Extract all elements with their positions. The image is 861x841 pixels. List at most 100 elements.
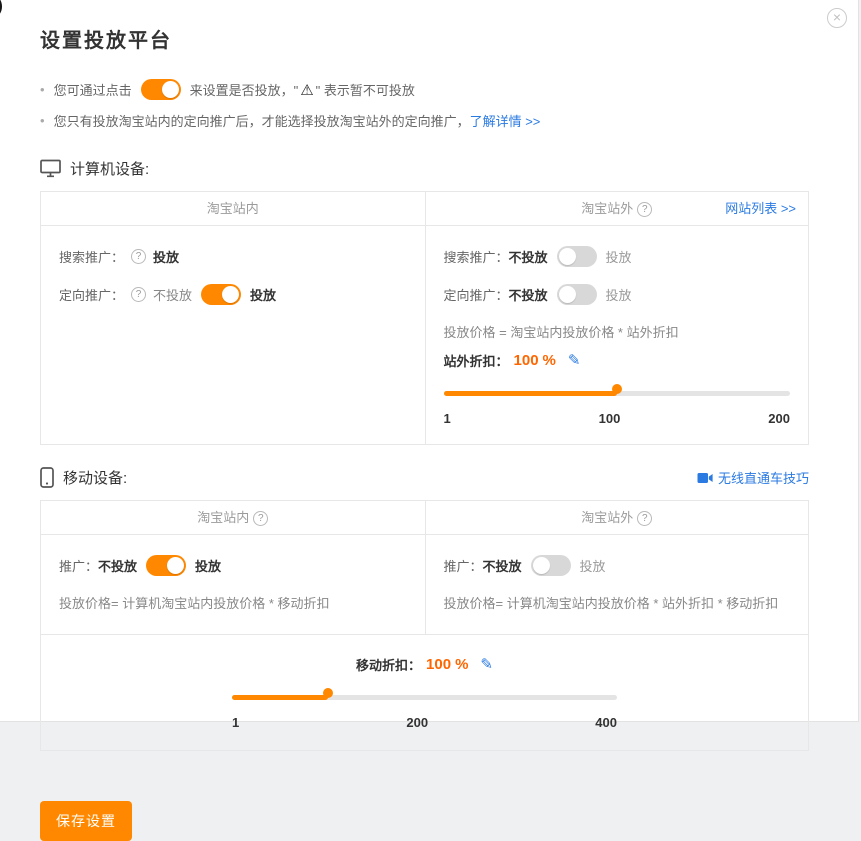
mobile-section-title: 移动设备: [63, 467, 127, 488]
note-line-2: 您只有投放淘宝站内的定向推广后，才能选择投放淘宝站外的定向推广， 了解详情 >> [40, 111, 809, 130]
help-icon[interactable]: ? [131, 249, 146, 264]
mobile-inside-price-formula: 投放价格= 计算机淘宝站内投放价格 * 移动折扣 [59, 593, 407, 612]
instruction-notes: 您可通过点击 来设置是否投放，" ⚠ " 表示暂不可投放 您只有投放淘宝站内的定… [40, 79, 809, 130]
outside-discount-row: 站外折扣： 100 % ✎ [444, 345, 791, 375]
help-icon[interactable]: ? [253, 511, 268, 526]
mobile-inside-header: 淘宝站内? [41, 501, 425, 535]
search-promo-label: 搜索推广： [444, 247, 509, 266]
example-toggle [141, 79, 181, 100]
promo-label: 推广： [59, 556, 98, 575]
mobile-phone-icon [40, 467, 54, 488]
outside-discount-label: 站外折扣： [444, 351, 509, 370]
slider-fill [444, 391, 617, 396]
help-icon[interactable]: ? [637, 511, 652, 526]
scale-max: 400 [595, 715, 617, 730]
wireless-tips-label: 无线直通车技巧 [718, 468, 809, 487]
note2-text: 您只有投放淘宝站内的定向推广后，才能选择投放淘宝站外的定向推广， [54, 111, 470, 130]
computer-inside-cell: 搜索推广： ? 投放 定向推广： ? 不投放 投放 [41, 226, 425, 444]
target-promo-label: 定向推广： [444, 285, 509, 304]
save-settings-button[interactable]: 保存设置 [40, 801, 132, 841]
computer-outside-header-label: 淘宝站外 [581, 201, 633, 216]
scale-min: 1 [232, 715, 239, 730]
mobile-outside-price-formula: 投放价格= 计算机淘宝站内投放价格 * 站外折扣 * 移动折扣 [444, 593, 791, 612]
slider-handle[interactable] [323, 688, 333, 698]
computer-outside-target-row: 定向推广： 不投放 投放 [444, 279, 791, 309]
toggle-knob [533, 557, 550, 574]
search-promo-label: 搜索推广： [59, 247, 124, 266]
toggle-knob [559, 286, 576, 303]
mobile-inside-cell: 推广： 不投放 投放 投放价格= 计算机淘宝站内投放价格 * 移动折扣 [41, 535, 425, 634]
edit-pencil-icon[interactable]: ✎ [480, 655, 493, 673]
mobile-section-header: 移动设备: 无线直通车技巧 [40, 467, 809, 488]
computer-outside-search-toggle[interactable] [557, 246, 597, 267]
computer-platform-table: 淘宝站内 淘宝站外? 网站列表 >> 搜索推广： ? 投放 定向推广： ? 不投… [40, 191, 809, 445]
scale-mid: 100 [599, 411, 621, 426]
computer-outside-search-row: 搜索推广： 不投放 投放 [444, 241, 791, 271]
website-list-link[interactable]: 网站列表 >> [725, 192, 796, 225]
platform-settings-modal: × 设置投放平台 您可通过点击 来设置是否投放，" ⚠ " 表示暂不可投放 您只… [0, 0, 859, 722]
help-icon[interactable]: ? [637, 202, 652, 217]
mobile-discount-label: 移动折扣： [356, 655, 421, 674]
target-promo-label: 定向推广： [59, 285, 124, 304]
mobile-inside-promo-row: 推广： 不投放 投放 [59, 550, 407, 580]
outside-slider-scale: 1 100 200 [444, 411, 791, 426]
promo-off-label: 不投放 [98, 556, 137, 575]
mobile-outside-cell: 推广： 不投放 投放 投放价格= 计算机淘宝站内投放价格 * 站外折扣 * 移动… [425, 535, 809, 634]
scale-mid: 200 [406, 715, 428, 730]
computer-inside-target-toggle[interactable] [201, 284, 241, 305]
mobile-inside-header-label: 淘宝站内 [197, 510, 249, 525]
mobile-slider-wrap: 1 200 400 [232, 688, 617, 730]
note1-pre-text: 您可通过点击 [54, 80, 132, 99]
promo-on-label: 投放 [195, 556, 221, 575]
slider-handle[interactable] [612, 384, 622, 394]
computer-section-header: 计算机设备: [40, 158, 809, 179]
target-off-label: 不投放 [509, 285, 548, 304]
mobile-inside-promo-toggle[interactable] [146, 555, 186, 576]
help-icon[interactable]: ? [131, 287, 146, 302]
wireless-tips-link[interactable]: 无线直通车技巧 [697, 468, 809, 487]
computer-outside-target-toggle[interactable] [557, 284, 597, 305]
scale-max: 200 [768, 411, 790, 426]
outside-discount-slider[interactable] [444, 384, 791, 402]
learn-more-link[interactable]: 了解详情 >> [470, 111, 541, 130]
computer-inside-header: 淘宝站内 [41, 192, 425, 226]
edit-pencil-icon[interactable]: ✎ [568, 351, 581, 369]
search-off-label: 不投放 [509, 247, 548, 266]
mobile-outside-promo-row: 推广： 不投放 投放 [444, 550, 791, 580]
note1-mid-text: 来设置是否投放，" [190, 80, 299, 99]
search-on-label: 投放 [606, 247, 632, 266]
toggle-knob [167, 557, 184, 574]
computer-icon [40, 159, 61, 178]
promo-off-label: 不投放 [483, 556, 522, 575]
mobile-discount-row: 移动折扣： 100 % ✎ [41, 649, 808, 679]
computer-inside-header-label: 淘宝站内 [207, 201, 259, 216]
page-title: 设置投放平台 [40, 24, 809, 53]
close-icon[interactable]: × [827, 8, 847, 28]
mobile-discount-value: 100 [426, 656, 451, 673]
mobile-slider-scale: 1 200 400 [232, 715, 617, 730]
target-on-label: 投放 [606, 285, 632, 304]
mobile-discount-slider[interactable] [232, 688, 617, 706]
mobile-platform-table: 淘宝站内? 淘宝站外? 推广： 不投放 投放 投放价格= 计算机淘宝站内投放价格… [40, 500, 809, 751]
computer-inside-target-row: 定向推广： ? 不投放 投放 [59, 279, 407, 309]
mobile-outside-promo-toggle[interactable] [531, 555, 571, 576]
slider-fill [232, 695, 328, 700]
mobile-outside-header: 淘宝站外? [425, 501, 809, 535]
mobile-outside-header-label: 淘宝站外 [581, 510, 633, 525]
video-icon [697, 472, 713, 484]
computer-inside-search-row: 搜索推广： ? 投放 [59, 241, 407, 271]
outside-discount-value: 100 [514, 352, 539, 369]
scale-min: 1 [444, 411, 451, 426]
promo-label: 推广： [444, 556, 483, 575]
computer-outside-header: 淘宝站外? 网站列表 >> [425, 192, 809, 226]
target-on-label: 投放 [250, 285, 276, 304]
search-promo-value: 投放 [153, 247, 179, 266]
promo-on-label: 投放 [580, 556, 606, 575]
toggle-knob [162, 81, 179, 98]
slider-track[interactable] [232, 695, 617, 700]
mobile-discount-unit: % [455, 656, 468, 673]
toggle-knob [559, 248, 576, 265]
mobile-discount-footer: 移动折扣： 100 % ✎ 1 200 400 [41, 634, 808, 750]
note-line-1: 您可通过点击 来设置是否投放，" ⚠ " 表示暂不可投放 [40, 79, 809, 100]
target-off-label: 不投放 [153, 285, 192, 304]
